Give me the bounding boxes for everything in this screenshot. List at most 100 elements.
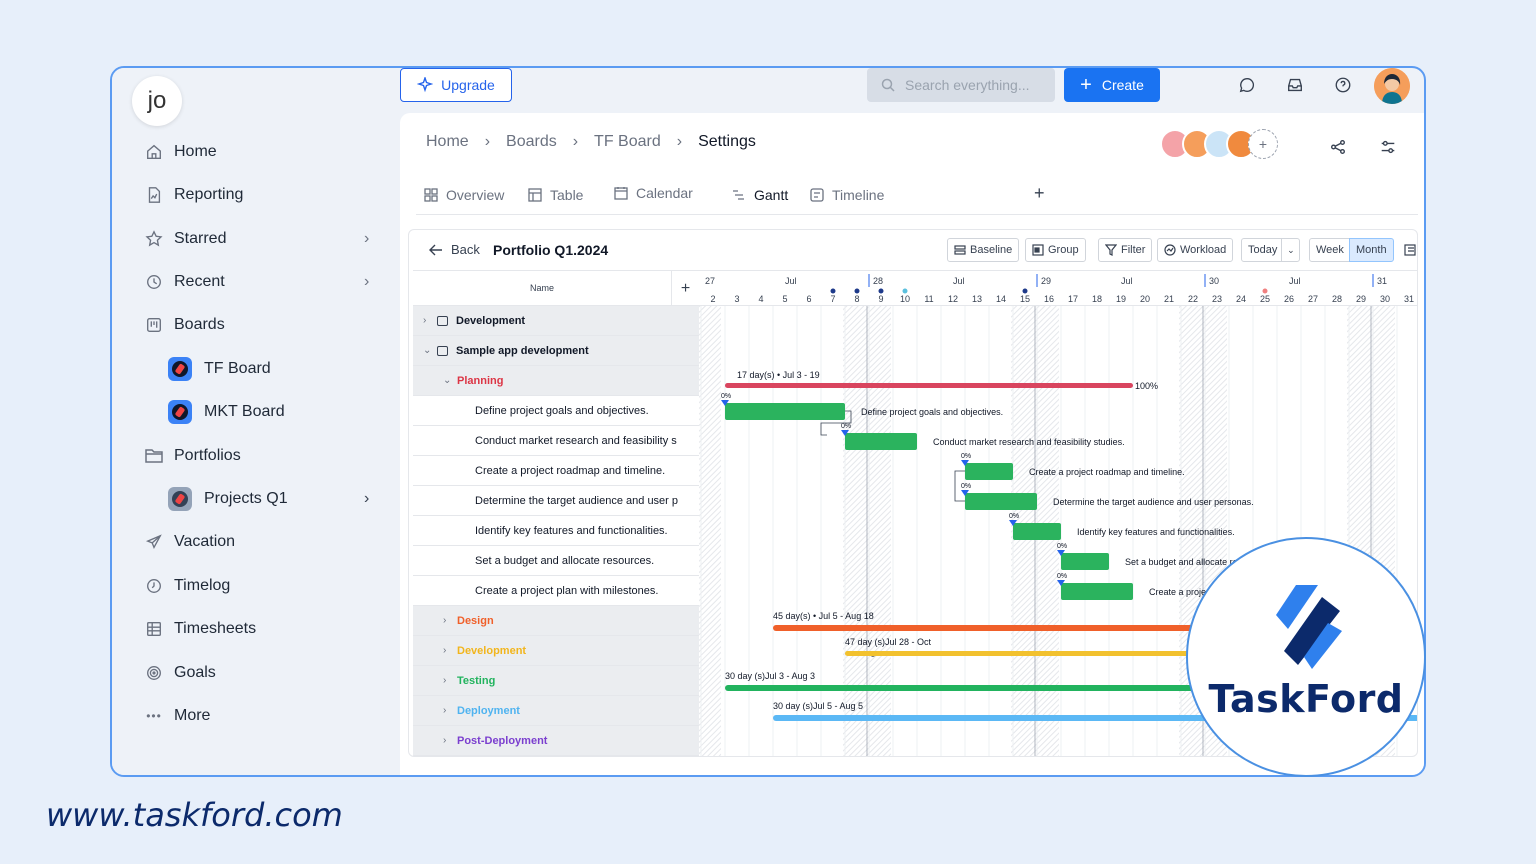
workspace-avatar[interactable]: jo xyxy=(132,76,182,126)
sidebar-item-starred[interactable]: Starred › xyxy=(144,225,369,253)
group-button[interactable]: Group xyxy=(1025,238,1086,262)
create-label: Create xyxy=(1101,77,1144,93)
sidebar-item-timesheets[interactable]: Timesheets xyxy=(144,615,256,643)
day-label: 29 xyxy=(1356,294,1366,304)
milestone-dot xyxy=(1262,288,1268,294)
create-button[interactable]: + Create xyxy=(1064,68,1160,102)
sidebar-item-boards[interactable]: Boards xyxy=(144,311,225,339)
sidebar-item-timelog[interactable]: Timelog xyxy=(144,572,230,600)
task-row[interactable]: Define project goals and objectives. xyxy=(413,396,699,426)
group-row[interactable]: ⌄ Planning xyxy=(413,366,699,396)
sidebar-item-portfolios[interactable]: Portfolios xyxy=(144,442,241,470)
task-progress: 0% xyxy=(1057,543,1067,550)
day-label: 25 xyxy=(1260,294,1270,304)
filter-button[interactable]: Filter xyxy=(1098,238,1153,262)
group-row[interactable]: › Design xyxy=(413,606,699,636)
sidebar-item-more[interactable]: ••• More xyxy=(144,702,210,730)
today-select[interactable]: Today ⌄ xyxy=(1241,238,1301,262)
chevron-right-icon[interactable]: › xyxy=(364,490,369,508)
sidebar-item-recent[interactable]: Recent › xyxy=(144,268,369,296)
chevron-down-icon[interactable]: ⌄ xyxy=(443,375,457,386)
day-label: 2 xyxy=(710,294,715,304)
target-icon xyxy=(144,663,164,683)
day-label: 11 xyxy=(924,294,933,304)
sidebar-item-label: TF Board xyxy=(204,360,271,377)
user-avatar[interactable] xyxy=(1374,68,1410,104)
export-icon[interactable] xyxy=(1403,243,1417,262)
task-row[interactable]: Create a project roadmap and timeline. xyxy=(413,456,699,486)
sidebar-item-projects-q1[interactable]: Projects Q1 › xyxy=(168,485,369,513)
chevron-right-icon[interactable]: › xyxy=(443,705,457,716)
workload-button[interactable]: Workload xyxy=(1157,238,1234,262)
day-label: 27 xyxy=(1308,294,1318,304)
task-row[interactable]: Create a project plan with milestones. xyxy=(413,576,699,606)
sidebar-item-home[interactable]: Home xyxy=(144,138,217,166)
task-bar-label: Identify key features and functionalitie… xyxy=(1077,527,1235,537)
task-row[interactable]: Conduct market research and feasibility … xyxy=(413,426,699,456)
project-row[interactable]: › Development xyxy=(413,306,699,336)
task-bar-label: Create a project roadmap and timeline. xyxy=(1029,467,1185,477)
tab-calendar[interactable]: Calendar xyxy=(614,185,693,201)
chevron-right-icon[interactable]: › xyxy=(423,315,437,326)
chevron-right-icon[interactable]: › xyxy=(443,675,457,686)
group-row[interactable]: › Deployment xyxy=(413,696,699,726)
task-row[interactable]: Identify key features and functionalitie… xyxy=(413,516,699,546)
group-row[interactable]: › Post-Deployment xyxy=(413,726,699,756)
week-button[interactable]: Week xyxy=(1309,238,1351,262)
month-button[interactable]: Month xyxy=(1349,238,1394,262)
breadcrumb-home[interactable]: Home xyxy=(426,133,469,151)
tab-timeline[interactable]: Timeline xyxy=(810,187,884,203)
week-label: 31 xyxy=(1377,276,1387,286)
day-label: 18 xyxy=(1092,294,1102,304)
sidebar-item-vacation[interactable]: Vacation xyxy=(144,528,235,556)
search-input[interactable]: Search everything... xyxy=(867,68,1055,102)
task-bar xyxy=(1061,553,1109,570)
settings-sliders-icon[interactable] xyxy=(1378,137,1398,157)
day-label: 28 xyxy=(1332,294,1342,304)
sidebar-item-label: Recent xyxy=(174,273,225,290)
task-progress: 0% xyxy=(961,483,971,490)
chevron-down-icon[interactable]: ⌄ xyxy=(423,345,437,356)
plane-icon xyxy=(144,532,164,552)
task-row[interactable]: Determine the target audience and user p xyxy=(413,486,699,516)
inbox-icon[interactable] xyxy=(1284,74,1306,96)
help-icon[interactable] xyxy=(1332,74,1354,96)
upgrade-button[interactable]: Upgrade xyxy=(400,68,512,102)
dots-icon: ••• xyxy=(146,709,162,723)
chat-icon[interactable] xyxy=(1236,74,1258,96)
sidebar-item-label: Timelog xyxy=(174,577,231,594)
share-icon[interactable] xyxy=(1328,137,1348,157)
tab-gantt[interactable]: Gantt xyxy=(732,187,788,203)
chevron-right-icon[interactable]: › xyxy=(364,273,369,291)
website-url[interactable]: www.taskford.com xyxy=(46,796,343,834)
sidebar-item-mkt-board[interactable]: MKT Board xyxy=(168,398,285,426)
tab-table[interactable]: Table xyxy=(528,187,583,203)
breadcrumb-boards[interactable]: Boards xyxy=(506,133,557,151)
row-label: Create a project plan with milestones. xyxy=(475,584,659,597)
group-row[interactable]: › Development xyxy=(413,636,699,666)
portfolio-icon xyxy=(168,487,192,511)
sidebar-item-goals[interactable]: Goals xyxy=(144,659,216,687)
add-member-icon[interactable]: + xyxy=(1248,129,1278,159)
chevron-right-icon[interactable]: › xyxy=(443,615,457,626)
add-task-button[interactable]: + xyxy=(671,271,699,307)
week-label: Jul xyxy=(953,276,965,286)
chevron-right-icon[interactable]: › xyxy=(443,735,457,746)
back-button[interactable]: Back xyxy=(429,242,480,257)
sidebar-item-tf-board[interactable]: TF Board xyxy=(168,355,271,383)
tab-overview[interactable]: Overview xyxy=(424,187,504,203)
add-view-button[interactable]: + xyxy=(1034,183,1045,204)
view-tabs: Overview Table Calendar Gantt Timeline + xyxy=(416,179,1418,215)
board-rocket-icon xyxy=(168,357,192,381)
planning-bar-label: 17 day(s) • Jul 3 - 19 xyxy=(737,370,820,380)
task-row[interactable]: Set a budget and allocate resources. xyxy=(413,546,699,576)
breadcrumb-tf-board[interactable]: TF Board xyxy=(594,133,661,151)
chevron-right-icon[interactable]: › xyxy=(364,230,369,248)
baseline-button[interactable]: Baseline xyxy=(947,238,1020,262)
group-row[interactable]: › Testing xyxy=(413,666,699,696)
task-bar xyxy=(965,463,1013,480)
task-bar xyxy=(1061,583,1133,600)
project-row[interactable]: ⌄ Sample app development xyxy=(413,336,699,366)
sidebar-item-reporting[interactable]: Reporting xyxy=(144,181,243,209)
chevron-right-icon[interactable]: › xyxy=(443,645,457,656)
